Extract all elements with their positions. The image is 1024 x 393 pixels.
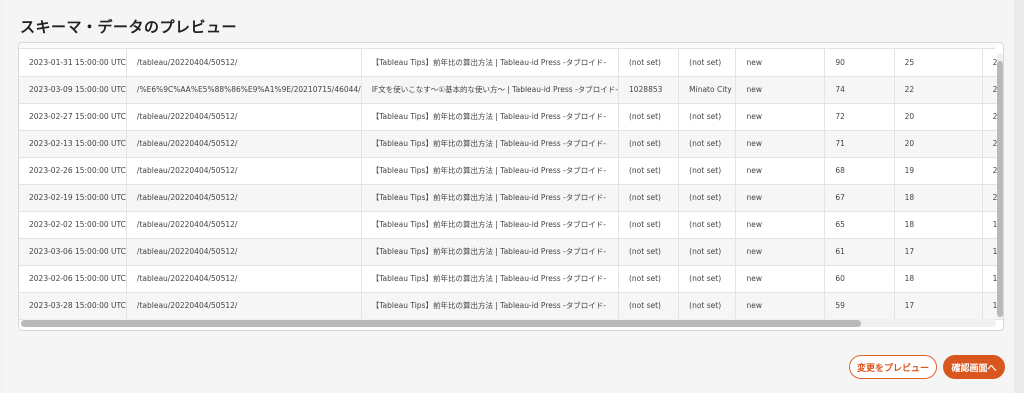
table-cell: (not set) bbox=[678, 292, 736, 320]
table-cell: (not set) bbox=[678, 265, 736, 293]
page-title: スキーマ・データのプレビュー bbox=[20, 18, 238, 36]
table-cell: new bbox=[735, 130, 825, 158]
table-cell: Minato City bbox=[678, 76, 736, 104]
table-cell: /tableau/20220404/50512/ bbox=[125, 157, 362, 185]
table-cell: 18 bbox=[893, 184, 983, 212]
table-cell: new bbox=[735, 292, 825, 320]
table-cell: (not set) bbox=[678, 157, 736, 185]
table-cell: 【Tableau Tips】前年比の算出方法 | Tableau-id Pres… bbox=[360, 157, 619, 185]
table-cell: /tableau/20220404/50512/ bbox=[125, 184, 362, 212]
table-row: 2023-03-28 15:00:00 UTC/tableau/20220404… bbox=[19, 292, 1003, 320]
table-cell: 【Tableau Tips】前年比の算出方法 | Tableau-id Pres… bbox=[360, 211, 619, 239]
table-cell: /tableau/20220404/50512/ bbox=[125, 103, 362, 131]
table-row: 2023-01-31 15:00:00 UTC/tableau/20220404… bbox=[19, 49, 1003, 77]
table-cell: /tableau/20220404/50512/ bbox=[125, 130, 362, 158]
table-cell: 2023-03-28 15:00:00 UTC bbox=[19, 292, 127, 320]
table-cell: 74 bbox=[824, 76, 895, 104]
table-cell: (not set) bbox=[617, 49, 679, 77]
window-edge bbox=[1014, 0, 1024, 393]
table-cell: 2023-02-06 15:00:00 UTC bbox=[19, 265, 127, 293]
table-cell: 18 bbox=[893, 211, 983, 239]
table-cell: 2023-02-27 15:00:00 UTC bbox=[19, 103, 127, 131]
table-cell: 2023-02-02 15:00:00 UTC bbox=[19, 211, 127, 239]
table-cell: 2023-03-09 15:00:00 UTC bbox=[19, 76, 127, 104]
data-table: 2023-01-31 15:00:00 UTC/tableau/20220404… bbox=[19, 49, 1003, 320]
table-cell: 2023-03-06 15:00:00 UTC bbox=[19, 238, 127, 266]
table-cell: (not set) bbox=[617, 157, 679, 185]
table-cell: /tableau/20220404/50512/ bbox=[125, 238, 362, 266]
table-cell: 90 bbox=[824, 49, 895, 77]
table-cell: 61 bbox=[824, 238, 895, 266]
table-cell: /tableau/20220404/50512/ bbox=[125, 49, 362, 77]
table-cell: 17 bbox=[893, 238, 983, 266]
table-cell: 【Tableau Tips】前年比の算出方法 | Tableau-id Pres… bbox=[360, 49, 619, 77]
table-cell: new bbox=[735, 157, 825, 185]
table-cell: (not set) bbox=[678, 49, 736, 77]
table-cell: /%E6%9C%AA%E5%88%86%E9%A1%9E/20210715/46… bbox=[125, 76, 362, 104]
table-cell: /tableau/20220404/50512/ bbox=[125, 265, 362, 293]
table-cell: new bbox=[735, 49, 825, 77]
preview-changes-button[interactable]: 変更をプレビュー bbox=[849, 355, 937, 379]
table-row: 2023-02-13 15:00:00 UTC/tableau/20220404… bbox=[19, 130, 1003, 158]
table-cell: (not set) bbox=[678, 130, 736, 158]
table-cell: 2023-02-26 15:00:00 UTC bbox=[19, 157, 127, 185]
table-cell: 20 bbox=[893, 103, 983, 131]
table-row: 2023-02-26 15:00:00 UTC/tableau/20220404… bbox=[19, 157, 1003, 185]
table-cell: (not set) bbox=[678, 103, 736, 131]
table-row: 2023-03-06 15:00:00 UTC/tableau/20220404… bbox=[19, 238, 1003, 266]
table-body: 2023-01-31 15:00:00 UTC/tableau/20220404… bbox=[19, 49, 1003, 320]
table-cell: 19 bbox=[893, 157, 983, 185]
table-cell: new bbox=[735, 103, 825, 131]
table-cell: 72 bbox=[824, 103, 895, 131]
table-cell: 71 bbox=[824, 130, 895, 158]
vertical-scrollbar-thumb[interactable] bbox=[997, 61, 1003, 317]
table-cell: (not set) bbox=[617, 103, 679, 131]
table-cell: new bbox=[735, 211, 825, 239]
table-cell: 67 bbox=[824, 184, 895, 212]
table-cell: new bbox=[735, 238, 825, 266]
table-cell: 59 bbox=[824, 292, 895, 320]
table-cell: /tableau/20220404/50512/ bbox=[125, 292, 362, 320]
table-cell: 2023-02-19 15:00:00 UTC bbox=[19, 184, 127, 212]
table-cell: /tableau/20220404/50512/ bbox=[125, 211, 362, 239]
table-cell: 60 bbox=[824, 265, 895, 293]
table-row: 2023-02-27 15:00:00 UTC/tableau/20220404… bbox=[19, 103, 1003, 131]
table-cell: 1028853 bbox=[617, 76, 679, 104]
table-cell: new bbox=[735, 76, 825, 104]
table-cell: IF文を使いこなす～①基本的な使い方～ | Tableau-id Press -… bbox=[360, 76, 619, 104]
table-cell: 【Tableau Tips】前年比の算出方法 | Tableau-id Pres… bbox=[360, 238, 619, 266]
table-cell: 20 bbox=[893, 130, 983, 158]
table-cell: (not set) bbox=[617, 292, 679, 320]
table-cell: 17 bbox=[893, 292, 983, 320]
table-row: 2023-02-06 15:00:00 UTC/tableau/20220404… bbox=[19, 265, 1003, 293]
table-cell: 2023-02-13 15:00:00 UTC bbox=[19, 130, 127, 158]
table-cell: 65 bbox=[824, 211, 895, 239]
table-cell: (not set) bbox=[617, 184, 679, 212]
go-to-confirm-button[interactable]: 確認画面へ bbox=[943, 355, 1005, 379]
table-cell: new bbox=[735, 184, 825, 212]
horizontal-scrollbar-thumb[interactable] bbox=[21, 320, 861, 327]
table-cell: (not set) bbox=[617, 130, 679, 158]
table-cell: 18 bbox=[893, 265, 983, 293]
table-cell: 【Tableau Tips】前年比の算出方法 | Tableau-id Pres… bbox=[360, 292, 619, 320]
table-cell: 【Tableau Tips】前年比の算出方法 | Tableau-id Pres… bbox=[360, 103, 619, 131]
table-cell: new bbox=[735, 265, 825, 293]
table-cell: (not set) bbox=[617, 238, 679, 266]
table-cell: 68 bbox=[824, 157, 895, 185]
data-preview-table: 2023-01-31 15:00:00 UTC/tableau/20220404… bbox=[18, 42, 1004, 331]
table-cell: (not set) bbox=[617, 211, 679, 239]
table-row: 2023-03-09 15:00:00 UTC/%E6%9C%AA%E5%88%… bbox=[19, 76, 1003, 104]
table-row: 2023-02-02 15:00:00 UTC/tableau/20220404… bbox=[19, 211, 1003, 239]
table-cell: (not set) bbox=[678, 238, 736, 266]
table-cell: 2023-01-31 15:00:00 UTC bbox=[19, 49, 127, 77]
table-cell: (not set) bbox=[617, 265, 679, 293]
table-cell: 【Tableau Tips】前年比の算出方法 | Tableau-id Pres… bbox=[360, 184, 619, 212]
table-cell: (not set) bbox=[678, 211, 736, 239]
table-cell: 22 bbox=[893, 76, 983, 104]
table-cell: 【Tableau Tips】前年比の算出方法 | Tableau-id Pres… bbox=[360, 130, 619, 158]
table-row: 2023-02-19 15:00:00 UTC/tableau/20220404… bbox=[19, 184, 1003, 212]
table-cell: 25 bbox=[893, 49, 983, 77]
table-cell: 【Tableau Tips】前年比の算出方法 | Tableau-id Pres… bbox=[360, 265, 619, 293]
table-cell: (not set) bbox=[678, 184, 736, 212]
